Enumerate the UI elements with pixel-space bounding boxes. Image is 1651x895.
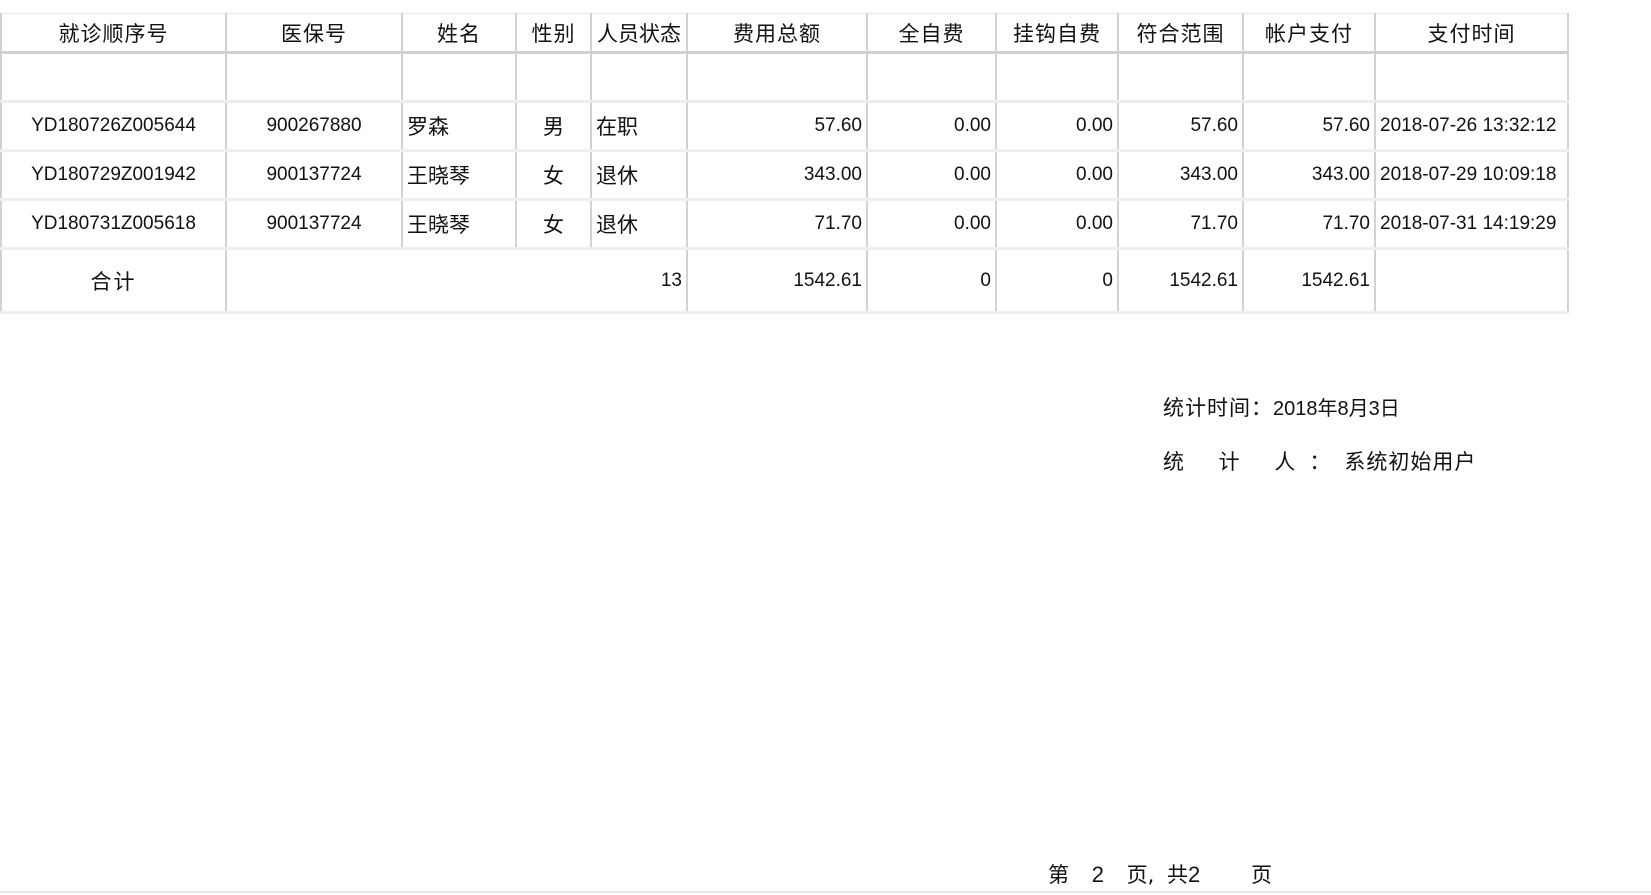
- statistics-person-value: 系统初始用户: [1344, 450, 1477, 474]
- total-eligible: 1542.61: [1118, 248, 1244, 314]
- total-count: 13: [226, 248, 688, 314]
- header-linked-self-pay: 挂钩自费: [996, 13, 1119, 54]
- header-pay-time: 支付时间: [1375, 13, 1569, 54]
- cell-gender: 女: [516, 150, 592, 201]
- cell-total-fee: 343.00: [687, 150, 868, 201]
- statistics-time-value: 2018年8月3日: [1273, 398, 1400, 420]
- cell-linked-self-pay: 0.00: [996, 199, 1119, 250]
- statistics-person: 统 计 人：系统初始用户: [1163, 446, 1476, 476]
- cell-status: 退休: [591, 150, 688, 201]
- header-visit-no: 就诊顺序号: [0, 13, 227, 54]
- header-self-pay: 全自费: [867, 13, 997, 54]
- total-account-pay: 1542.61: [1243, 248, 1376, 314]
- cell-self-pay: 0.00: [867, 199, 997, 250]
- total-self-pay: 0: [867, 248, 997, 314]
- report-table: 就诊顺序号 医保号 姓名 性别 人员状态 费用总额 全自费 挂钩自费 符合范围 …: [0, 13, 1569, 314]
- total-pay-time: [1375, 248, 1569, 314]
- total-label: 合计: [0, 248, 227, 314]
- page-suffix: 页: [1250, 863, 1272, 887]
- table-row: YD180731Z005618 900137724 王晓琴 女 退休 71.70…: [0, 199, 1569, 250]
- total-row: 合计 13 1542.61 0 0 1542.61 1542.61: [0, 248, 1569, 314]
- cell-pay-time: 2018-07-31 14:19:29: [1375, 199, 1569, 250]
- blank-row: [0, 52, 1569, 103]
- cell-account-pay: 343.00: [1243, 150, 1376, 201]
- header-insurance-no: 医保号: [226, 13, 403, 54]
- cell-gender: 女: [516, 199, 592, 250]
- header-status: 人员状态: [591, 13, 688, 54]
- page-prefix: 第: [1048, 863, 1069, 887]
- cell-gender: 男: [516, 101, 592, 152]
- page-total-prefix: 共: [1167, 863, 1188, 887]
- header-gender: 性别: [516, 13, 592, 54]
- cell-linked-self-pay: 0.00: [996, 101, 1119, 152]
- cell-status: 退休: [591, 199, 688, 250]
- cell-eligible: 57.60: [1118, 101, 1244, 152]
- total-linked-self-pay: 0: [996, 248, 1119, 314]
- cell-name: 王晓琴: [402, 199, 517, 250]
- statistics-person-label: 统 计 人：: [1163, 450, 1345, 474]
- cell-visit-no: YD180726Z005644: [0, 101, 227, 152]
- cell-total-fee: 57.60: [687, 101, 868, 152]
- cell-insurance-no: 900267880: [226, 101, 403, 152]
- cell-name: 罗森: [402, 101, 517, 152]
- cell-insurance-no: 900137724: [226, 199, 403, 250]
- table-row: YD180726Z005644 900267880 罗森 男 在职 57.60 …: [0, 101, 1569, 152]
- statistics-time: 统计时间：2018年8月3日: [1163, 392, 1400, 422]
- cell-total-fee: 71.70: [687, 199, 868, 250]
- header-account-pay: 帐户支付: [1243, 13, 1376, 54]
- table-row: YD180729Z001942 900137724 王晓琴 女 退休 343.0…: [0, 150, 1569, 201]
- total-fee: 1542.61: [687, 248, 868, 314]
- cell-pay-time: 2018-07-26 13:32:12: [1375, 101, 1569, 152]
- cell-self-pay: 0.00: [867, 150, 997, 201]
- cell-self-pay: 0.00: [867, 101, 997, 152]
- cell-visit-no: YD180731Z005618: [0, 199, 227, 250]
- statistics-time-label: 统计时间：: [1163, 396, 1273, 420]
- page-middle: 页,: [1126, 863, 1155, 887]
- header-name: 姓名: [402, 13, 517, 54]
- cell-linked-self-pay: 0.00: [996, 150, 1119, 201]
- cell-eligible: 71.70: [1118, 199, 1244, 250]
- total-pages: 2: [1188, 862, 1201, 887]
- cell-status: 在职: [591, 101, 688, 152]
- header-eligible: 符合范围: [1118, 13, 1244, 54]
- bottom-divider: [0, 891, 1651, 893]
- cell-account-pay: 57.60: [1243, 101, 1376, 152]
- cell-insurance-no: 900137724: [226, 150, 403, 201]
- table-header-row: 就诊顺序号 医保号 姓名 性别 人员状态 费用总额 全自费 挂钩自费 符合范围 …: [0, 13, 1569, 54]
- current-page: 2: [1091, 862, 1104, 887]
- pagination: 第 2 页, 共2 页: [1048, 859, 1272, 889]
- cell-account-pay: 71.70: [1243, 199, 1376, 250]
- cell-visit-no: YD180729Z001942: [0, 150, 227, 201]
- cell-eligible: 343.00: [1118, 150, 1244, 201]
- header-total-fee: 费用总额: [687, 13, 868, 54]
- cell-name: 王晓琴: [402, 150, 517, 201]
- cell-pay-time: 2018-07-29 10:09:18: [1375, 150, 1569, 201]
